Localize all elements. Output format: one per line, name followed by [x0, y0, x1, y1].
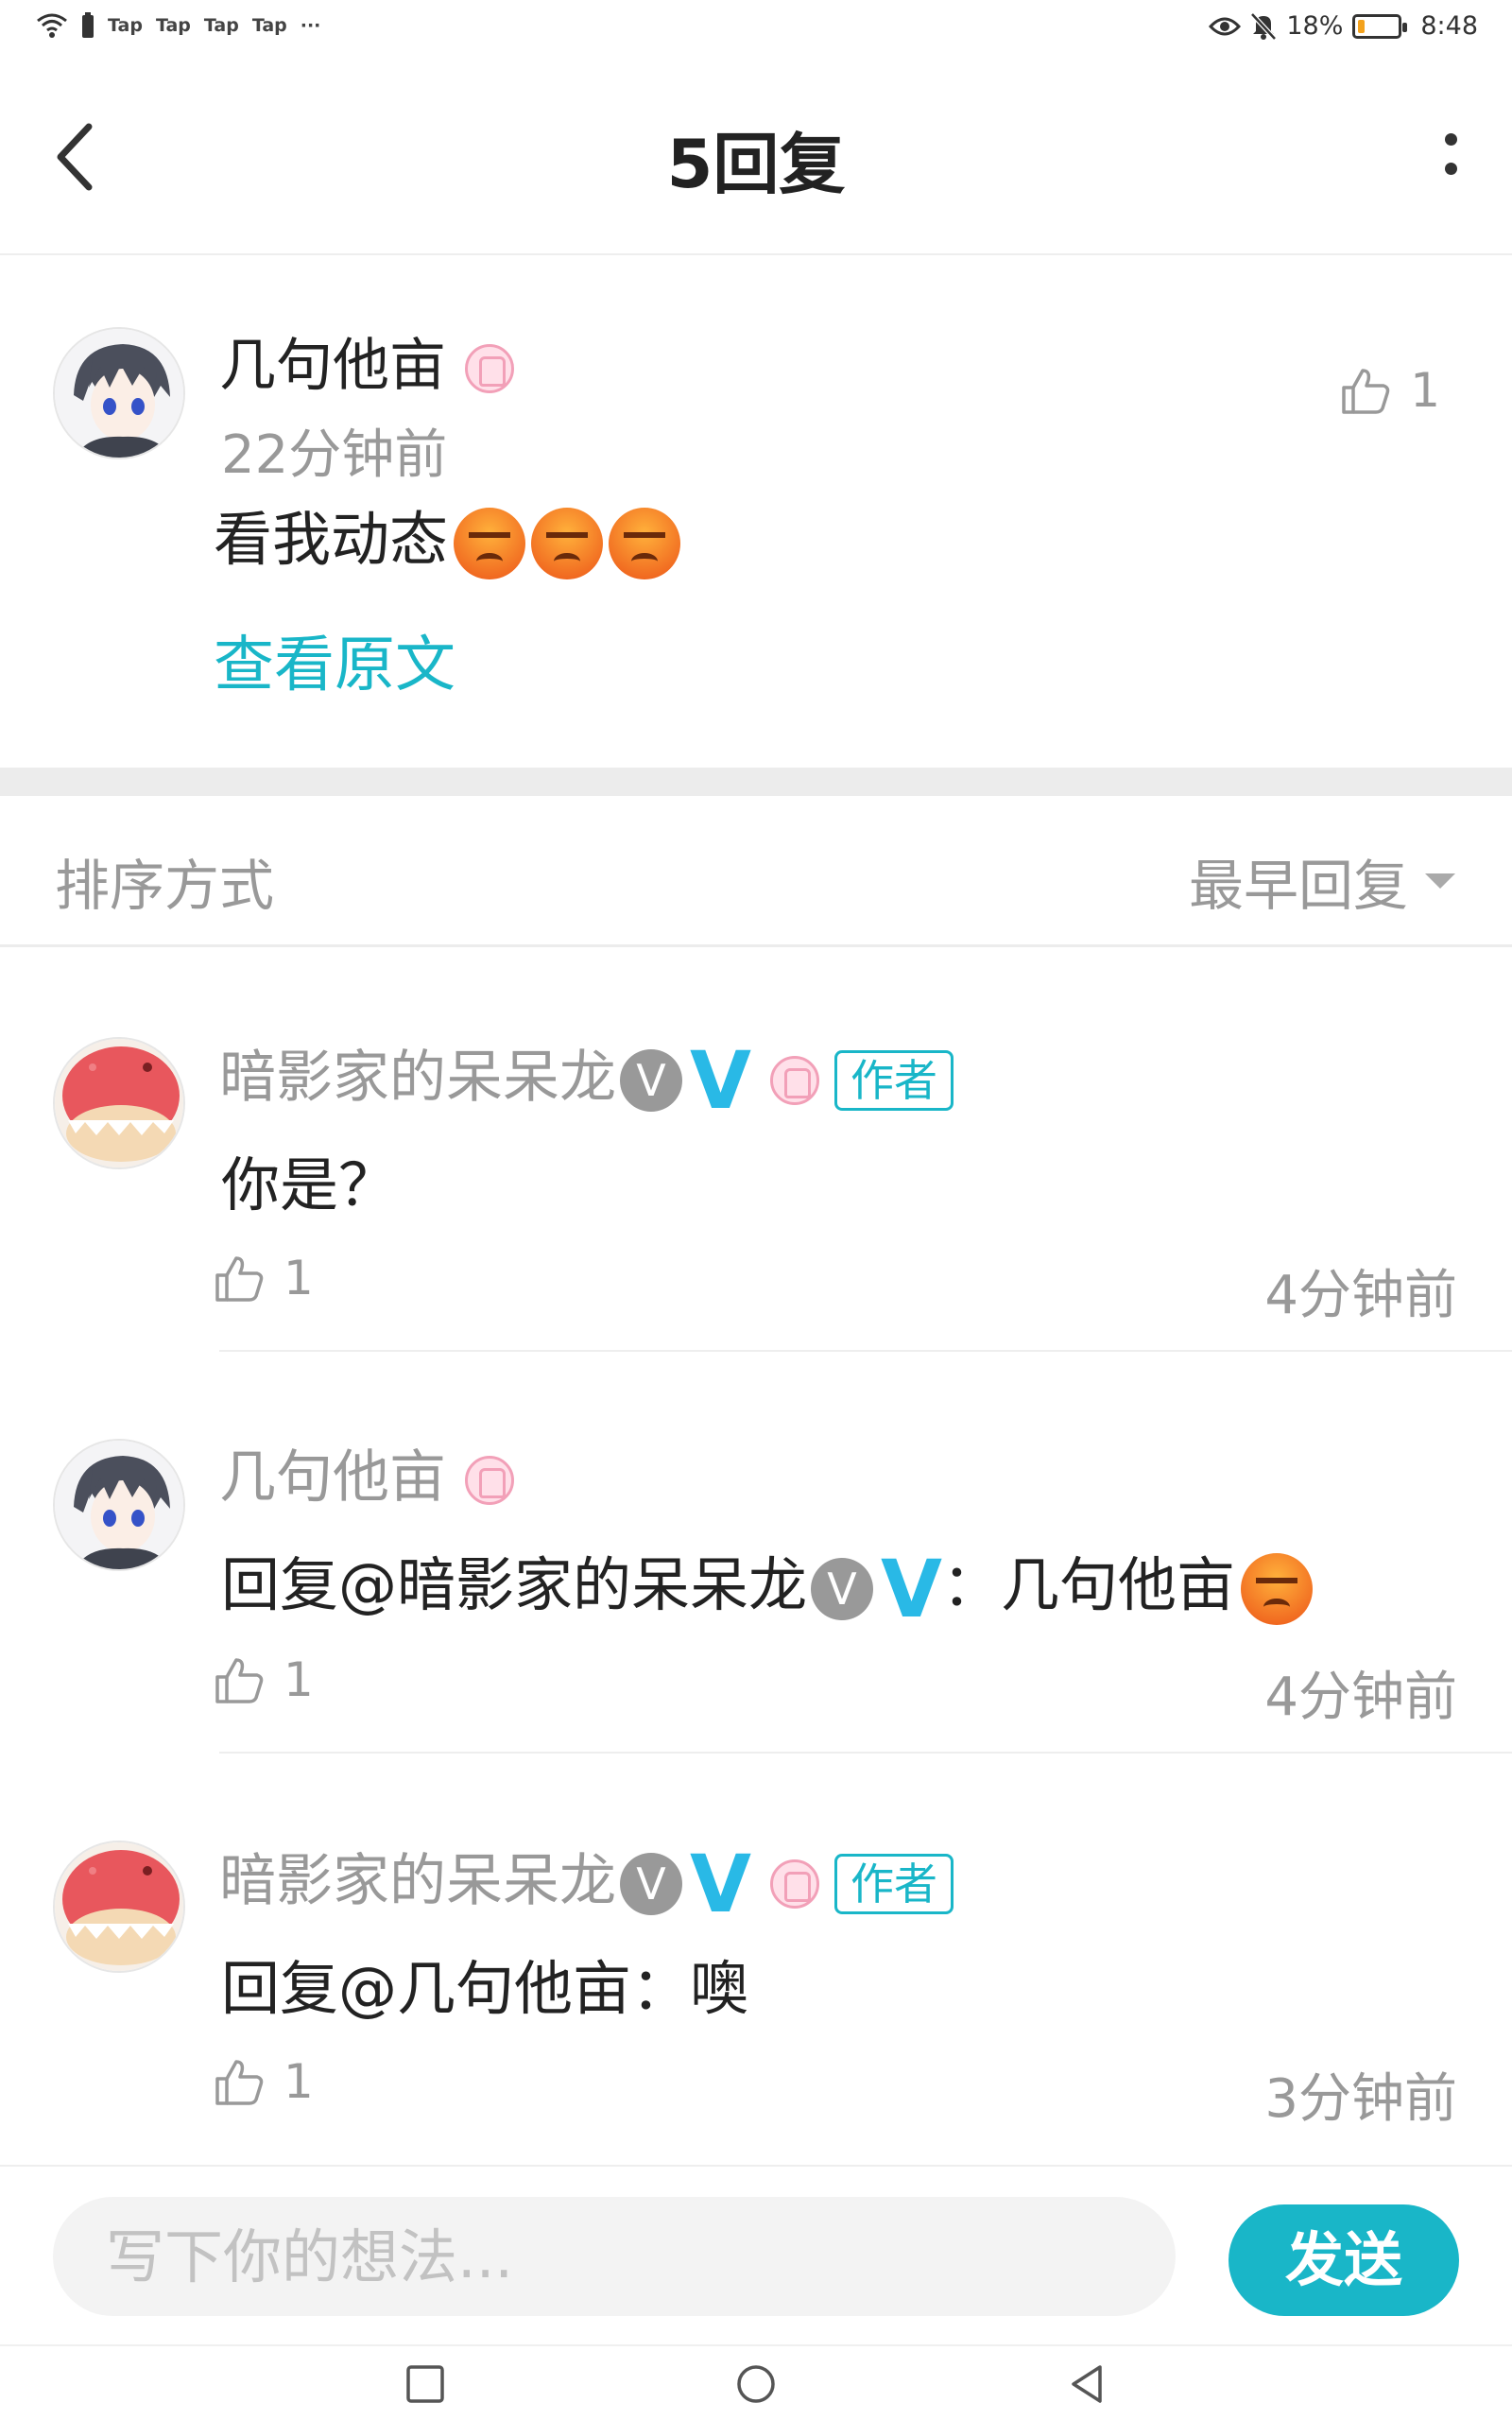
like-count: 1: [1410, 363, 1440, 418]
page-title: 5回复: [666, 126, 846, 203]
circle-icon: [737, 2365, 775, 2403]
reply-content-prefix: 回复@暗影家的呆呆龙: [221, 1550, 808, 1619]
reply-time: 4分钟前: [1264, 1667, 1457, 1728]
tap-label: Tap: [203, 15, 239, 36]
reply-time: 4分钟前: [1264, 1265, 1457, 1326]
like-button[interactable]: 1: [214, 1652, 314, 1707]
angry-emoji-icon: [531, 507, 604, 579]
reply-content-suffix: ：几句他亩: [942, 1550, 1236, 1619]
triangle-back-icon: [1072, 2365, 1102, 2403]
clock: 8:48: [1420, 11, 1478, 41]
thumbs-up-icon: [215, 1256, 264, 1302]
username[interactable]: 暗影家的呆呆龙 V V 作者: [219, 1835, 954, 1930]
reply-content: 你是？: [221, 1150, 398, 1219]
recents-button[interactable]: [404, 2363, 446, 2405]
like-count: 1: [284, 1251, 314, 1305]
mute-bell-icon: [1250, 11, 1278, 41]
like-button[interactable]: 1: [1340, 363, 1440, 418]
tap-label: Tap: [108, 15, 143, 36]
comment-composer: 发送: [0, 2165, 1512, 2344]
eye-icon: [1209, 17, 1242, 35]
username-text: 几句他亩: [219, 1444, 446, 1511]
tap-label: Tap: [155, 15, 191, 36]
verified-v-icon: V: [881, 1542, 943, 1635]
like-button[interactable]: 1: [214, 1251, 314, 1305]
sort-value: 最早回复: [1188, 854, 1408, 918]
username[interactable]: 暗影家的呆呆龙 V V 作者: [219, 1031, 954, 1127]
phone-battery-icon: [82, 12, 94, 38]
avatar[interactable]: [53, 1439, 185, 1571]
avatar[interactable]: [53, 1037, 185, 1169]
status-right: 18% 8:48: [1209, 11, 1478, 41]
avatar[interactable]: [53, 1841, 185, 1973]
dinosaur-avatar-image: [55, 1842, 183, 1971]
level-badge-icon: [465, 1456, 514, 1506]
status-left: Tap Tap Tap Tap ···: [36, 11, 320, 40]
header: 5回复: [0, 59, 1512, 255]
avatar[interactable]: [53, 327, 185, 459]
reply-content: 回复@几句他亩：噢: [221, 1954, 749, 2023]
battery-icon: [1352, 13, 1408, 39]
original-post: 几句他亩 22分钟前 看我动态 查看原文 1: [0, 257, 1512, 768]
like-button[interactable]: 1: [214, 2054, 314, 2109]
username-text: 暗影家的呆呆龙: [219, 1848, 616, 1914]
tap-label: Tap: [251, 15, 287, 36]
username[interactable]: 几句他亩: [219, 1431, 514, 1513]
system-nav-bar: [0, 2344, 1512, 2420]
sort-bar: 排序方式 最早回复: [0, 796, 1512, 947]
verified-v-icon: V: [690, 1838, 752, 1931]
battery-fill: [1358, 19, 1366, 33]
angry-emoji-icon: [454, 507, 526, 579]
username-text: 暗影家的呆呆龙: [219, 1045, 616, 1111]
thumbs-up-icon: [1342, 369, 1390, 414]
username[interactable]: 几句他亩: [219, 320, 514, 402]
more-dot: [1444, 133, 1457, 146]
sort-dropdown[interactable]: 最早回复: [1189, 841, 1455, 921]
send-button[interactable]: 发送: [1228, 2204, 1459, 2316]
thumbs-up-icon: [215, 2060, 264, 2105]
status-bar: Tap Tap Tap Tap ··· 18% 8:48: [0, 0, 1512, 59]
home-button[interactable]: [735, 2363, 777, 2405]
reply-item: 暗影家的呆呆龙 V V 作者 回复@几句他亩：噢 1 3分钟前: [0, 1754, 1512, 2155]
more-notifications: ···: [300, 15, 321, 36]
author-tag: 作者: [834, 1050, 954, 1112]
nav-back-button[interactable]: [1066, 2363, 1108, 2405]
anime-avatar-image: [55, 1441, 183, 1569]
comment-input[interactable]: [53, 2197, 1176, 2316]
reply-item: 暗影家的呆呆龙 V V 作者 你是？ 1 4分钟前: [0, 950, 1512, 1352]
battery-percent: 18%: [1286, 11, 1344, 41]
dinosaur-avatar-image: [55, 1039, 183, 1167]
reply-content: 回复@暗影家的呆呆龙 V V：几句他亩: [221, 1537, 1314, 1635]
level-badge-icon: [770, 1056, 820, 1106]
v-badge-icon: V: [620, 1853, 682, 1916]
v-badge-icon: V: [811, 1557, 874, 1620]
section-divider: [0, 768, 1512, 796]
anime-avatar-image: [55, 329, 183, 458]
verified-v-icon: V: [690, 1034, 752, 1128]
more-dot: [1444, 163, 1457, 175]
author-tag: 作者: [834, 1854, 954, 1915]
caret-down-icon: [1425, 873, 1455, 889]
angry-emoji-icon: [1241, 1552, 1314, 1625]
level-badge-icon: [465, 344, 514, 394]
wifi-icon: [37, 13, 67, 38]
more-menu-button[interactable]: [1436, 125, 1465, 191]
level-badge-icon: [770, 1859, 820, 1910]
thumbs-up-icon: [215, 1658, 264, 1703]
sort-label: 排序方式: [55, 854, 275, 918]
like-count: 1: [284, 1652, 314, 1707]
angry-emoji-icon: [609, 507, 681, 579]
like-count: 1: [284, 2054, 314, 2109]
username-text: 几句他亩: [219, 333, 446, 399]
square-icon: [406, 2365, 444, 2403]
reply-time: 3分钟前: [1264, 2068, 1457, 2130]
post-content: 看我动态: [214, 492, 681, 579]
reply-item: 几句他亩 回复@暗影家的呆呆龙 V V：几句他亩 1 4分钟前: [0, 1352, 1512, 1754]
post-time: 22分钟前: [221, 424, 448, 486]
v-badge-icon: V: [620, 1049, 682, 1113]
post-content-text: 看我动态: [214, 505, 449, 574]
view-original-link[interactable]: 查看原文: [214, 616, 455, 703]
